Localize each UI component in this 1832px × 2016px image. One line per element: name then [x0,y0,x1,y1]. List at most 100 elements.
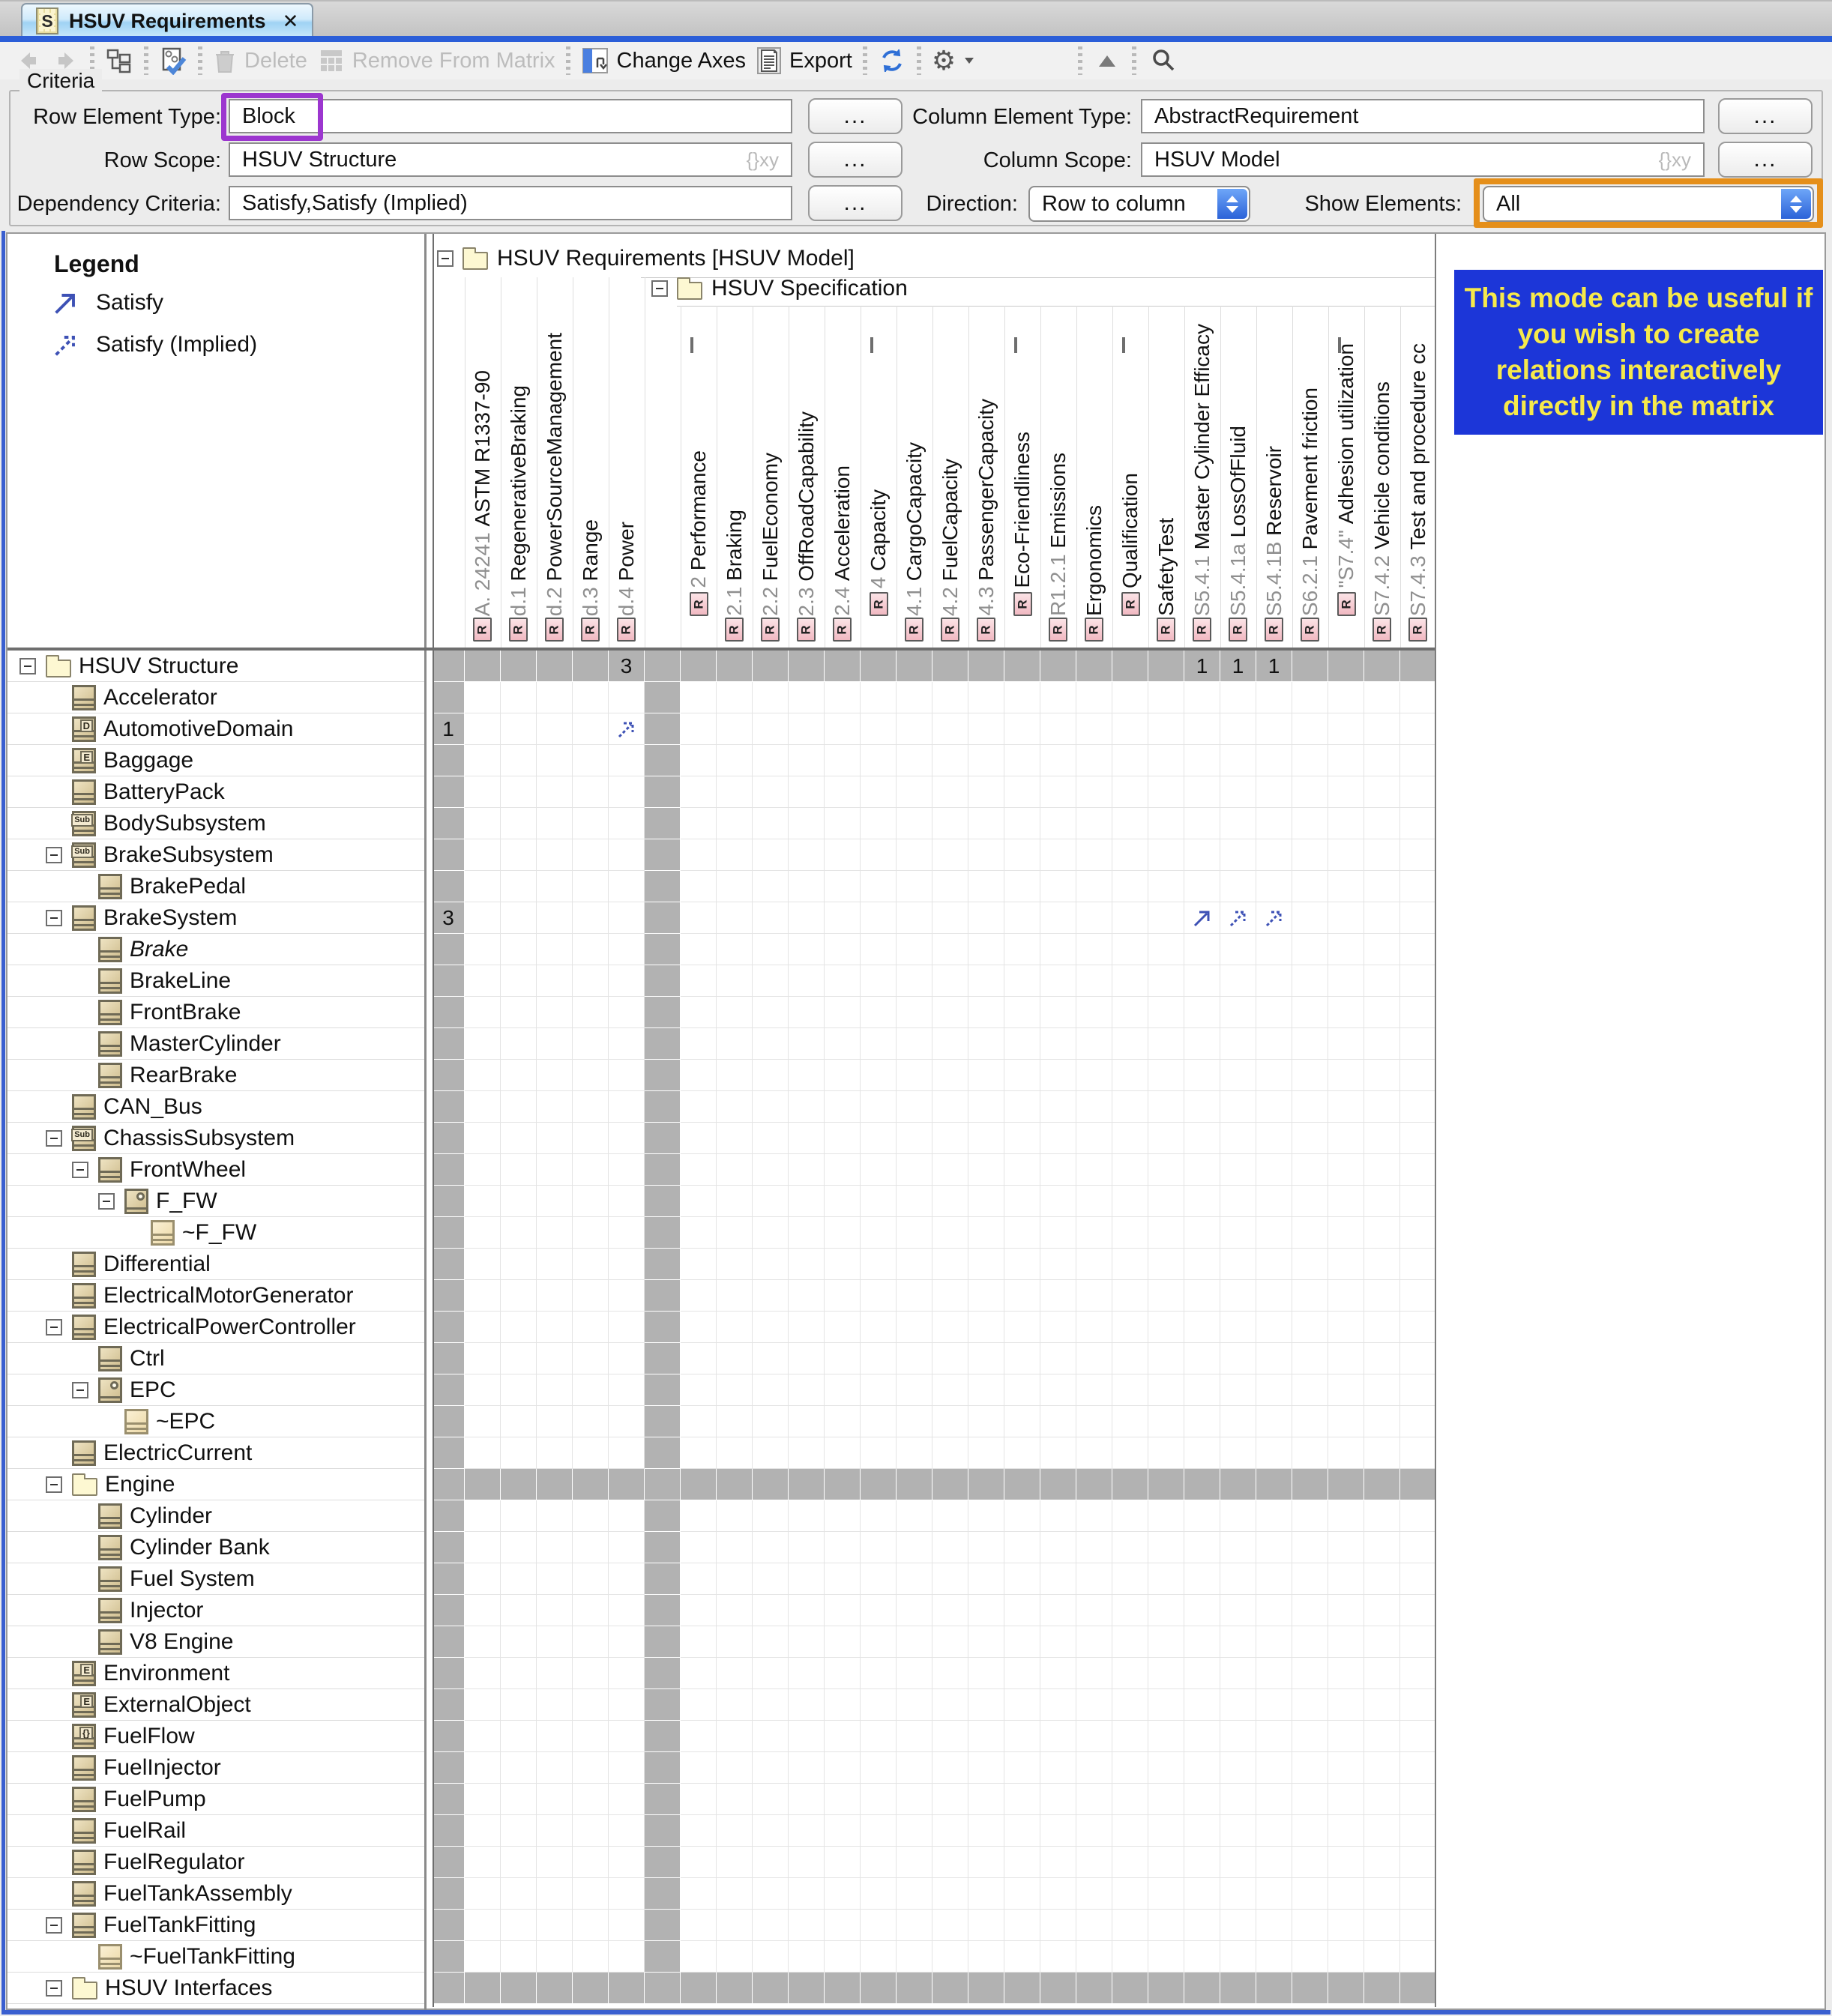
matrix-cell[interactable] [1328,1752,1364,1784]
matrix-cell[interactable] [932,1658,968,1689]
matrix-cell[interactable] [1400,1532,1436,1563]
matrix-cell[interactable] [573,1878,609,1910]
matrix-cell[interactable] [1364,1532,1400,1563]
matrix-cell[interactable] [1076,1752,1112,1784]
matrix-cell[interactable] [717,1343,753,1374]
matrix-cell[interactable] [717,1847,753,1878]
matrix-cell[interactable] [861,1091,897,1123]
matrix-cell[interactable] [681,1437,717,1469]
matrix-cell[interactable] [825,1532,861,1563]
collapse-expander-icon[interactable] [98,1193,115,1210]
matrix-cell[interactable] [681,1280,717,1312]
matrix-cell[interactable] [1256,1721,1292,1752]
tree-row-FuelPump[interactable]: FuelPump [7,1784,424,1815]
matrix-cell[interactable] [753,1815,789,1847]
matrix-cell[interactable] [1364,902,1400,934]
matrix-cell[interactable] [1256,1595,1292,1626]
matrix-cell[interactable] [1364,1910,1400,1941]
direction-dropdown[interactable]: Row to column [1028,186,1250,222]
matrix-cell[interactable] [1328,871,1364,902]
column-header-Acceleration[interactable]: 2.4 Acceleration [825,465,861,616]
matrix-cell[interactable] [609,1280,645,1312]
matrix-cell[interactable] [1328,1815,1364,1847]
matrix-cell[interactable] [932,1437,968,1469]
matrix-cell[interactable] [609,1343,645,1374]
matrix-cell[interactable] [1292,965,1328,997]
tree-row-BrakePedal[interactable]: BrakePedal [7,871,424,902]
matrix-cell[interactable] [861,1500,897,1532]
matrix-cell[interactable] [1148,997,1184,1028]
matrix-cell[interactable] [465,682,501,713]
matrix-cell[interactable] [1256,1091,1292,1123]
matrix-cell[interactable] [717,1595,753,1626]
tree-row-BrakeLine[interactable]: BrakeLine [7,965,424,997]
matrix-cell[interactable] [789,1123,825,1154]
matrix-cell[interactable] [1328,682,1364,713]
tree-row-Cylinder-Bank[interactable]: Cylinder Bank [7,1532,424,1563]
matrix-cell[interactable] [789,1941,825,1973]
matrix-cell[interactable] [465,1563,501,1595]
matrix-cell[interactable] [1040,1658,1076,1689]
matrix-cell[interactable] [825,1658,861,1689]
matrix-cell[interactable] [717,871,753,902]
matrix-cell[interactable] [1148,1060,1184,1091]
matrix-cell[interactable] [1112,1752,1148,1784]
matrix-cell[interactable] [465,1500,501,1532]
matrix-cell[interactable] [465,651,501,682]
matrix-cell[interactable] [1256,1374,1292,1406]
matrix-cell[interactable] [1004,1626,1040,1658]
matrix-cell[interactable] [573,1091,609,1123]
matrix-cell[interactable] [681,1532,717,1563]
matrix-cell[interactable] [861,1186,897,1217]
matrix-cell[interactable] [1148,1091,1184,1123]
matrix-cell[interactable] [1184,1563,1220,1595]
matrix-cell[interactable] [1040,1374,1076,1406]
matrix-cell[interactable] [968,839,1004,871]
matrix-cell[interactable]: 1 [1256,651,1292,682]
matrix-cell[interactable] [1292,1500,1328,1532]
matrix-cell[interactable] [1400,1658,1436,1689]
matrix-cell[interactable] [1040,934,1076,965]
matrix-cell[interactable] [789,713,825,745]
matrix-cell[interactable] [1112,808,1148,839]
matrix-cell[interactable] [609,1815,645,1847]
matrix-cell[interactable] [1292,1563,1328,1595]
matrix-cell[interactable] [1184,1312,1220,1343]
matrix-cell[interactable] [1148,1312,1184,1343]
matrix-cell[interactable] [932,1060,968,1091]
matrix-cell[interactable] [1112,1374,1148,1406]
matrix-cell[interactable] [465,1973,501,2004]
matrix-cell[interactable] [1040,1437,1076,1469]
matrix-cell[interactable] [932,1249,968,1280]
matrix-cell[interactable] [1112,776,1148,808]
tree-row-EPC[interactable]: EPC [7,1374,424,1406]
matrix-cell[interactable] [789,1217,825,1249]
matrix-cell[interactable] [465,1186,501,1217]
matrix-cell[interactable] [1076,1847,1112,1878]
matrix-cell[interactable] [645,682,681,713]
matrix-cell[interactable] [1400,1752,1436,1784]
matrix-cell[interactable] [609,1626,645,1658]
matrix-cell[interactable] [753,934,789,965]
matrix-cell[interactable] [1256,1500,1292,1532]
matrix-cell[interactable] [501,997,537,1028]
column-header-Reservoir[interactable]: S5.4.1B Reservoir [1256,446,1292,616]
column-header-OffRoadCapability[interactable]: 2.3 OffRoadCapability [789,411,825,616]
matrix-cell[interactable] [465,776,501,808]
matrix-cell[interactable] [1112,1186,1148,1217]
matrix-cell[interactable] [861,1815,897,1847]
matrix-cell[interactable] [681,1689,717,1721]
matrix-cell[interactable] [717,1626,753,1658]
matrix-cell[interactable] [789,1028,825,1060]
matrix-cell[interactable] [825,1280,861,1312]
matrix-cell[interactable] [825,1595,861,1626]
matrix-cell[interactable] [537,1186,573,1217]
matrix-cell[interactable] [1112,1910,1148,1941]
matrix-cell[interactable] [1040,1626,1076,1658]
matrix-cell[interactable] [1184,1154,1220,1186]
matrix-cell[interactable] [1364,1028,1400,1060]
matrix-cell[interactable] [897,1595,932,1626]
collapse-expander-icon[interactable] [690,337,693,353]
matrix-cell[interactable] [717,745,753,776]
matrix-cell[interactable] [645,1878,681,1910]
